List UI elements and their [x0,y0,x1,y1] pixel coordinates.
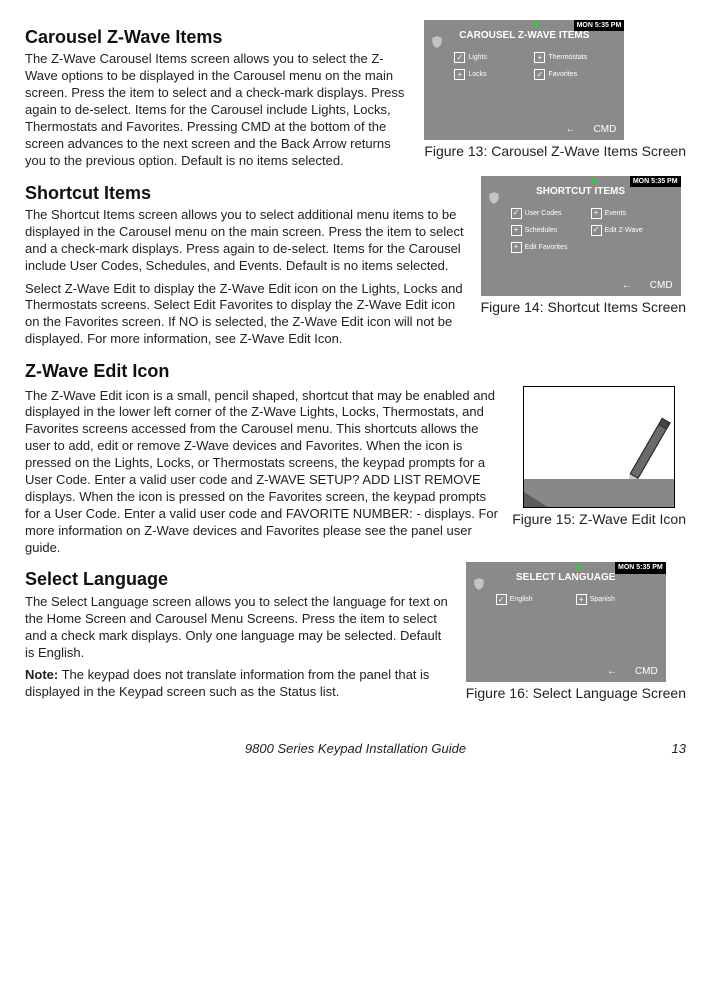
checkbox-icon: + [576,594,587,605]
figure13-caption: Figure 13: Carousel Z-Wave Items Screen [424,143,686,161]
body-shortcut-2: Select Z-Wave Edit to display the Z-Wave… [25,281,469,349]
option-label: Favorites [548,70,577,79]
option-item[interactable]: +Thermostats [534,52,614,63]
checkbox-icon: + [454,69,465,80]
cmd-button[interactable]: CMD [650,279,673,292]
checkbox-icon: + [511,242,522,253]
checkbox-icon: ✓ [534,69,545,80]
checkbox-icon: ✓ [454,52,465,63]
checkbox-icon: + [511,225,522,236]
figure16-caption: Figure 16: Select Language Screen [466,685,686,703]
footer-title: 9800 Series Keypad Installation Guide [245,741,466,758]
back-arrow-icon[interactable]: ← [566,123,576,136]
option-label: Edit Z-Wave [605,226,643,235]
option-label: Thermostats [548,53,587,62]
checkbox-icon: + [534,52,545,63]
figure14-caption: Figure 14: Shortcut Items Screen [481,299,686,317]
option-label: Spanish [590,595,615,604]
option-item[interactable]: +Schedules [511,225,591,236]
heading-language: Select Language [25,568,454,591]
body-carousel: The Z-Wave Carousel Items screen allows … [25,51,412,169]
figure13-screen: MON 5:35 PM CAROUSEL Z-WAVE ITEMS ✓Light… [424,20,624,140]
shield-icon [430,34,444,50]
shield-icon [472,576,486,592]
option-label: User Codes [525,209,562,218]
page-number: 13 [672,741,686,758]
body-language: The Select Language screen allows you to… [25,594,454,662]
clock-text: MON 5:35 PM [615,562,666,573]
option-label: Edit Favorites [525,243,568,252]
cmd-button[interactable]: CMD [635,665,658,678]
option-item[interactable]: ✓Favorites [534,69,614,80]
figure14-screen: MON 5:35 PM SHORTCUT ITEMS ✓User Codes +… [481,176,681,296]
body-editicon: The Z-Wave Edit icon is a small, pencil … [25,388,500,557]
clock-text: MON 5:35 PM [630,176,681,187]
checkbox-icon: ✓ [511,208,522,219]
option-item[interactable]: +Spanish [576,594,656,605]
option-item[interactable]: +Events [591,208,671,219]
figure15-caption: Figure 15: Z-Wave Edit Icon [512,511,686,529]
heading-editicon: Z-Wave Edit Icon [25,360,686,383]
option-label: English [510,595,533,604]
option-label: Schedules [525,226,558,235]
heading-shortcut: Shortcut Items [25,182,469,205]
option-item[interactable]: ✓User Codes [511,208,591,219]
checkbox-icon: ✓ [591,225,602,236]
option-label: Events [605,209,626,218]
option-item[interactable]: ✓English [496,594,576,605]
checkbox-icon: + [591,208,602,219]
shield-icon [487,190,501,206]
back-arrow-icon[interactable]: ← [622,279,632,292]
heading-carousel: Carousel Z-Wave Items [25,26,412,49]
pencil-icon [627,417,669,482]
options-grid: ✓Lights +Thermostats +Locks ✓Favorites [454,52,614,80]
option-item[interactable]: +Locks [454,69,534,80]
cmd-button[interactable]: CMD [594,123,617,136]
clock-text: MON 5:35 PM [574,20,625,31]
option-item[interactable]: +Edit Favorites [511,242,591,253]
figure16-screen: MON 5:35 PM SELECT LANGUAGE ✓English +Sp… [466,562,666,682]
status-led-icon [591,178,596,183]
back-arrow-icon[interactable]: ← [607,665,617,678]
option-label: Lights [468,53,487,62]
option-item[interactable]: ✓Edit Z-Wave [591,225,671,236]
options-grid: ✓User Codes +Events +Schedules ✓Edit Z-W… [511,208,671,253]
option-item[interactable]: ✓Lights [454,52,534,63]
options-grid: ✓English +Spanish [496,594,656,605]
checkbox-icon: ✓ [496,594,507,605]
note-language: Note: The keypad does not translate info… [25,667,454,701]
figure15-editicon [523,386,675,508]
option-label: Locks [468,70,486,79]
body-shortcut-1: The Shortcut Items screen allows you to … [25,207,469,275]
